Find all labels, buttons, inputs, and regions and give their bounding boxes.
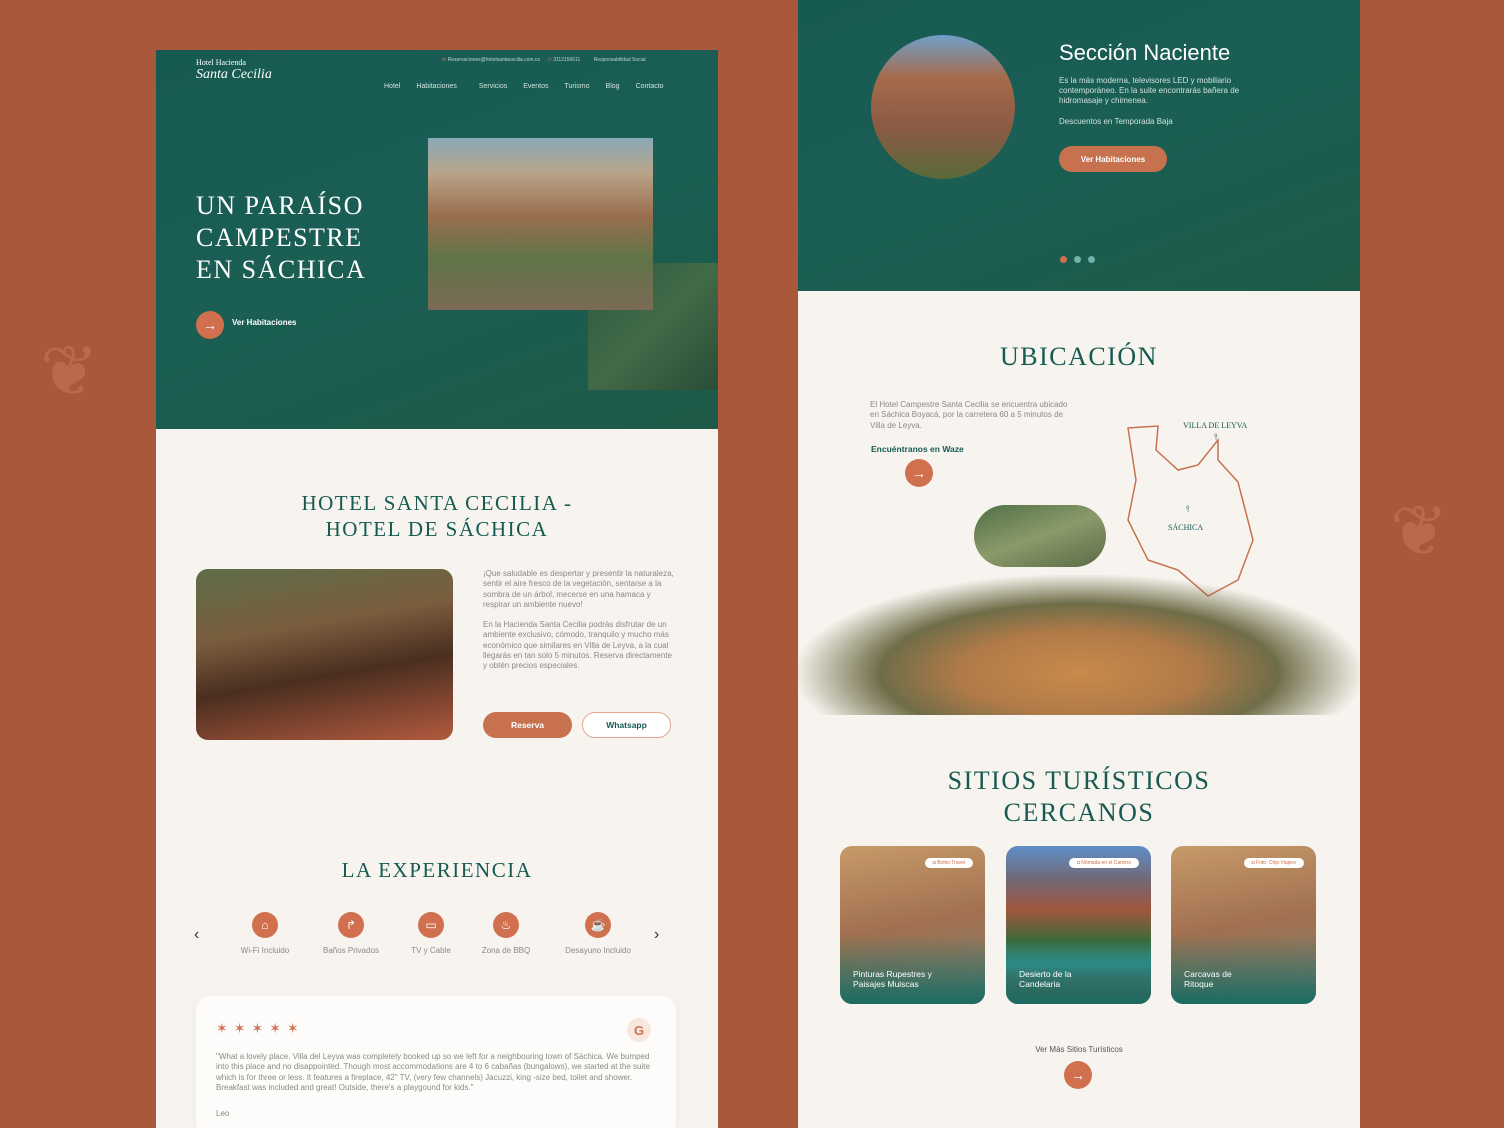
location-desc: El Hotel Campestre Santa Cecilia se encu… xyxy=(870,400,1068,430)
phone-icon: ✆ xyxy=(547,57,552,63)
site-card[interactable]: ◘ Foto: Chip Viajero Carcavas de Ritoque xyxy=(1171,846,1316,1004)
email-link[interactable]: Reservaciones@hotelsantacecilia.com.co xyxy=(448,57,541,63)
slide-dot[interactable] xyxy=(1088,256,1095,263)
nav-turismo[interactable]: Turismo xyxy=(565,83,590,90)
nav-blog[interactable]: Blog xyxy=(606,83,620,90)
site-card[interactable]: ◘ Bohio Travel Pinturas Rupestres y Paisa… xyxy=(840,846,985,1004)
topbar: ✉ Reservaciones@hotelsantacecilia.com.co… xyxy=(442,57,646,63)
arrow-right-icon[interactable]: → xyxy=(1064,1061,1092,1089)
experience-title: LA EXPERIENCIA xyxy=(341,858,533,882)
shower-icon: ↱ xyxy=(338,912,364,938)
amenity-wifi: ⌂ Wi-Fi Incluido xyxy=(220,912,310,955)
amenity-bathroom: ↱ Baños Privados xyxy=(306,912,396,955)
slide-dot[interactable] xyxy=(1074,256,1081,263)
amenity-bbq: ♨ Zona de BBQ xyxy=(461,912,551,955)
room-building-image xyxy=(871,35,1015,179)
section-desc: Es la más moderna, televisores LED y mob… xyxy=(1059,76,1240,105)
review-card: ✶✶✶✶✶ G "What a lovely place. Villa del … xyxy=(196,996,676,1128)
nav-eventos[interactable]: Eventos xyxy=(523,83,548,90)
map-pin-icon: ⫯ xyxy=(1214,432,1218,442)
coffee-cup-icon: ☕ xyxy=(585,912,611,938)
slide-dot-active[interactable] xyxy=(1060,256,1067,263)
landscape-image xyxy=(974,505,1106,567)
reserve-button[interactable]: Reserva xyxy=(483,712,572,738)
map-label-sachica: SÁCHICA xyxy=(1168,523,1204,532)
tv-icon: ▭ xyxy=(418,912,444,938)
hero-section: Hotel Hacienda Santa Cecilia ✉ Reservaci… xyxy=(156,50,718,429)
nav-habitaciones[interactable]: Habitaciones xyxy=(416,83,456,90)
nav-hotel[interactable]: Hotel xyxy=(384,83,400,90)
hero-title: UN PARAÍSO CAMPESTRE EN SÁCHICA xyxy=(196,191,367,284)
hotel-facade-image xyxy=(428,138,653,310)
location-title: UBICACIÓN xyxy=(1000,342,1158,371)
homepage-mockup: Hotel Hacienda Santa Cecilia ✉ Reservaci… xyxy=(156,50,718,1128)
rating-stars: ✶✶✶✶✶ xyxy=(216,1020,305,1036)
google-icon: G xyxy=(627,1018,651,1042)
logo[interactable]: Hotel Hacienda Santa Cecilia xyxy=(196,58,272,83)
nav-servicios[interactable]: Servicios xyxy=(479,83,507,90)
nav-contacto[interactable]: Contacto xyxy=(636,83,664,90)
whatsapp-button[interactable]: Whatsapp xyxy=(582,712,671,738)
more-sites-link[interactable]: Ver Más Sitios Turísticos xyxy=(798,1045,1360,1054)
map-label-villa-de-leyva: VILLA DE LEYVA xyxy=(1183,421,1248,430)
site-card[interactable]: ◘ Nómada en el Camino Desierto de la Cand… xyxy=(1006,846,1151,1004)
sites-title: SITIOS TURÍSTICOS CERCANOS xyxy=(947,766,1211,827)
room-section: Sección Naciente Es la más moderna, tele… xyxy=(798,0,1360,291)
bbq-icon: ♨ xyxy=(493,912,519,938)
social-link[interactable]: Responsabilidad Social xyxy=(594,57,646,63)
discount-text: Descuentos en Temporada Baja xyxy=(1059,117,1173,126)
about-title: HOTEL SANTA CECILIA - HOTEL DE SÁCHICA xyxy=(301,491,573,541)
slider-dots xyxy=(1060,256,1095,263)
section-title: Sección Naciente xyxy=(1059,40,1231,65)
canyon-image xyxy=(798,575,1360,715)
wifi-house-icon: ⌂ xyxy=(252,912,278,938)
review-author: Leo xyxy=(216,1109,230,1118)
view-rooms-button[interactable]: Ver Habitaciones xyxy=(1059,146,1167,172)
hero-cta[interactable]: Ver Habitaciones xyxy=(232,318,296,327)
region-map xyxy=(1127,425,1254,597)
amenity-breakfast: ☕ Desayuno Incluido xyxy=(553,912,643,955)
prev-arrow-icon[interactable]: ‹ xyxy=(194,926,199,944)
arrow-right-icon[interactable]: → xyxy=(905,459,933,487)
map-pin-icon: ⫯ xyxy=(1186,504,1190,514)
about-text: ¡Que saludable es despertar y presentir … xyxy=(483,569,674,671)
mail-icon: ✉ xyxy=(442,57,447,63)
main-nav: Hotel Habitaciones Servicios Eventos Turismo… xyxy=(384,75,680,93)
leaf-decoration-icon: ❦ xyxy=(40,332,99,410)
terrace-image xyxy=(196,569,453,740)
next-arrow-icon[interactable]: › xyxy=(654,926,659,944)
waze-link[interactable]: Encuéntranos en Waze xyxy=(871,444,964,454)
arrow-right-icon[interactable]: → xyxy=(196,311,224,339)
rooms-location-mockup: Sección Naciente Es la más moderna, tele… xyxy=(798,0,1360,1128)
phone-link[interactable]: 3112156611 xyxy=(553,57,580,63)
review-text: "What a lovely place. Villa del Leyva wa… xyxy=(216,1052,650,1092)
leaf-decoration-icon: ❦ xyxy=(1390,492,1449,570)
map-outline xyxy=(1127,425,1254,597)
